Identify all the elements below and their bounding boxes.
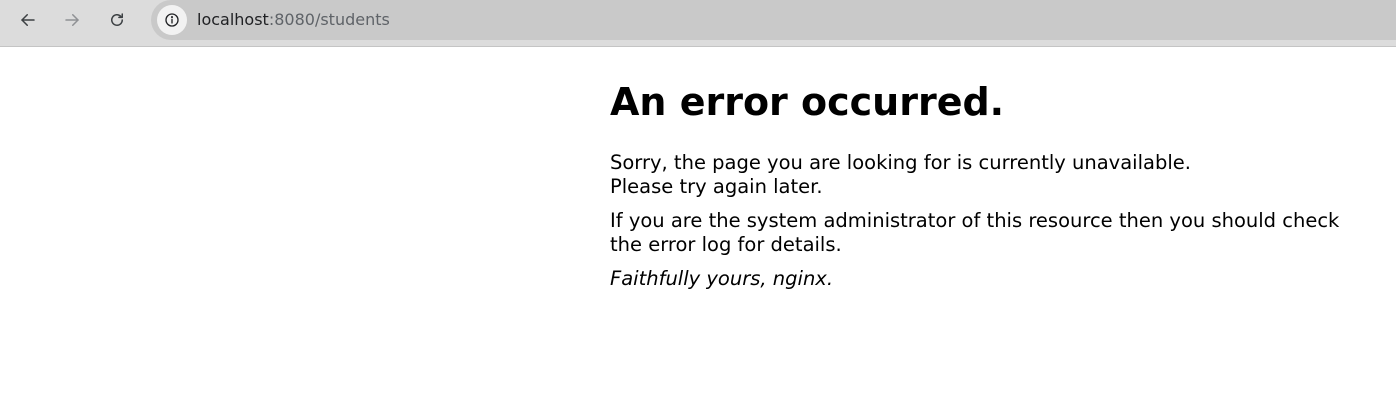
reload-icon (111, 13, 123, 26)
url-path: :8080/students (268, 10, 390, 29)
unavailable-message-line1: Sorry, the page you are looking for is c… (610, 151, 1191, 174)
url-text[interactable]: localhost:8080/students (197, 9, 390, 31)
admin-message: If you are the system administrator of t… (610, 209, 1340, 256)
arrow-right-icon (65, 14, 79, 26)
arrow-left-icon (21, 14, 35, 26)
site-info-button[interactable] (157, 5, 187, 35)
forward-button[interactable] (55, 3, 89, 37)
reload-button[interactable] (100, 3, 134, 37)
page-title: An error occurred. (610, 80, 1005, 124)
url-host: localhost (197, 10, 269, 29)
unavailable-message-line2: Please try again later. (610, 175, 823, 198)
browser-toolbar: localhost:8080/students (0, 0, 1396, 47)
unavailable-message: Sorry, the page you are looking for is c… (610, 151, 1350, 199)
error-page-content: An error occurred. Sorry, the page you a… (610, 80, 1350, 301)
back-button[interactable] (11, 3, 45, 37)
info-circle-icon (165, 13, 179, 27)
signature: Faithfully yours, nginx. (610, 267, 834, 290)
address-bar[interactable]: localhost:8080/students (151, 0, 1396, 40)
